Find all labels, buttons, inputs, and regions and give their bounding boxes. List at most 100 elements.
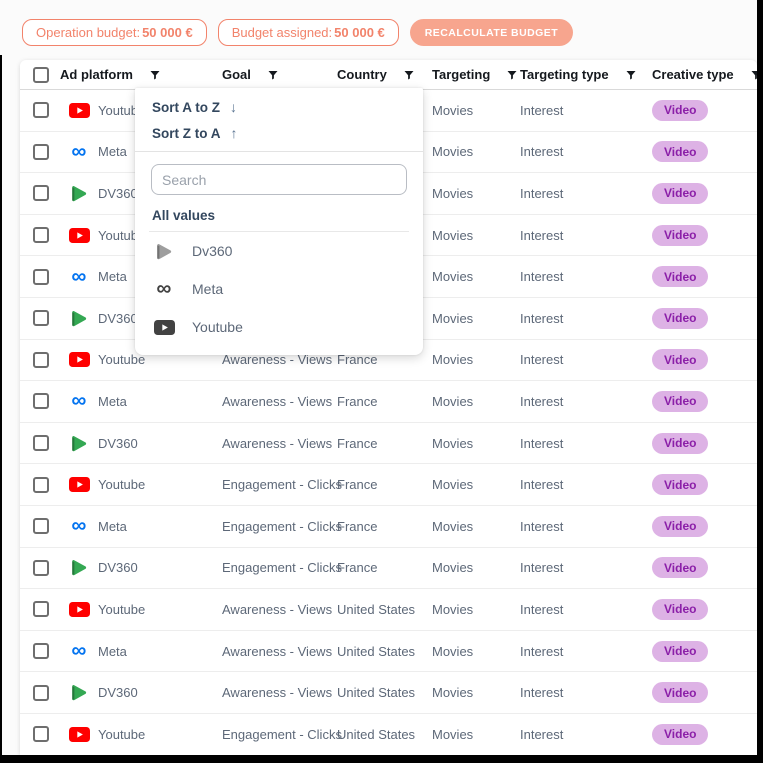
- filter-option-meta[interactable]: ∞ Meta: [135, 270, 423, 308]
- row-checkbox[interactable]: [33, 310, 49, 326]
- platform-label: Meta: [98, 519, 127, 534]
- creative-type-badge: Video: [652, 349, 708, 370]
- sort-z-to-a-label: Sort Z to A: [152, 126, 221, 141]
- filter-option-label: Youtube: [192, 319, 243, 335]
- creative-type-cell: Video: [652, 433, 757, 454]
- targeting-type-cell: Interest: [520, 644, 652, 659]
- table-row: DV360Awareness - ViewsUnited StatesMovie…: [20, 672, 757, 714]
- filter-icon[interactable]: [267, 69, 279, 81]
- ad-platform-cell: Youtube: [60, 602, 222, 617]
- goal-cell: Engagement - Clicks: [222, 477, 337, 492]
- select-all-checkbox[interactable]: [33, 67, 49, 83]
- column-label: Country: [337, 67, 387, 82]
- screen-edge: [757, 0, 763, 763]
- column-header-targeting: Targeting: [432, 67, 520, 82]
- targeting-type-cell: Interest: [520, 519, 652, 534]
- platform-label: DV360: [98, 560, 138, 575]
- targeting-type-cell: Interest: [520, 560, 652, 575]
- row-checkbox[interactable]: [33, 269, 49, 285]
- filter-icon[interactable]: [149, 69, 161, 81]
- row-checkbox[interactable]: [33, 560, 49, 576]
- row-checkbox[interactable]: [33, 352, 49, 368]
- dv360-icon: [152, 243, 176, 260]
- youtube-icon: [68, 477, 90, 492]
- row-checkbox[interactable]: [33, 393, 49, 409]
- table-row: ∞MetaAwareness - ViewsUnited StatesMovie…: [20, 631, 757, 673]
- targeting-type-cell: Interest: [520, 103, 652, 118]
- targeting-type-cell: Interest: [520, 394, 652, 409]
- meta-icon: ∞: [68, 394, 90, 408]
- youtube-icon: [68, 352, 90, 367]
- column-header-goal: Goal: [222, 67, 337, 82]
- platform-label: Meta: [98, 269, 127, 284]
- sort-a-to-z-option[interactable]: Sort A to Z ↓: [135, 94, 423, 120]
- row-checkbox-cell: [20, 393, 60, 409]
- table-row: ∞MetaAwareness - ViewsFranceMoviesIntere…: [20, 381, 757, 423]
- targeting-type-cell: Interest: [520, 228, 652, 243]
- row-checkbox[interactable]: [33, 102, 49, 118]
- filter-option-dv360[interactable]: Dv360: [135, 232, 423, 270]
- platform-label: DV360: [98, 311, 138, 326]
- platform-label: Youtube: [98, 602, 145, 617]
- creative-type-badge: Video: [652, 599, 708, 620]
- row-checkbox[interactable]: [33, 726, 49, 742]
- filter-option-label: Dv360: [192, 243, 232, 259]
- column-label: Ad platform: [60, 67, 133, 82]
- filter-option-label: Meta: [192, 281, 223, 297]
- filter-option-youtube[interactable]: Youtube: [135, 308, 423, 346]
- platform-label: DV360: [98, 186, 138, 201]
- column-label: Targeting: [432, 67, 490, 82]
- filter-icon[interactable]: [625, 69, 637, 81]
- row-checkbox[interactable]: [33, 227, 49, 243]
- country-cell: United States: [337, 727, 432, 742]
- creative-type-badge: Video: [652, 308, 708, 329]
- targeting-type-cell: Interest: [520, 436, 652, 451]
- filter-search-input[interactable]: [151, 164, 407, 195]
- row-checkbox-cell: [20, 269, 60, 285]
- country-cell: France: [337, 436, 432, 451]
- country-cell: United States: [337, 602, 432, 617]
- targeting-type-cell: Interest: [520, 685, 652, 700]
- goal-cell: Awareness - Views: [222, 394, 337, 409]
- table-header-row: Ad platformGoalCountryTargetingTargeting…: [20, 60, 757, 90]
- row-checkbox[interactable]: [33, 685, 49, 701]
- row-checkbox[interactable]: [33, 601, 49, 617]
- row-checkbox[interactable]: [33, 518, 49, 534]
- filter-icon[interactable]: [403, 69, 415, 81]
- row-checkbox[interactable]: [33, 477, 49, 493]
- creative-type-cell: Video: [652, 266, 757, 287]
- table-row: YoutubeEngagement - ClicksUnited StatesM…: [20, 714, 757, 756]
- dv360-icon: [68, 185, 90, 202]
- creative-type-badge: Video: [652, 100, 708, 121]
- targeting-type-cell: Interest: [520, 602, 652, 617]
- targeting-cell: Movies: [432, 352, 520, 367]
- arrow-down-icon: ↓: [230, 99, 237, 115]
- targeting-cell: Movies: [432, 269, 520, 284]
- targeting-type-cell: Interest: [520, 727, 652, 742]
- operation-budget-value: 50 000 €: [142, 25, 193, 40]
- row-checkbox[interactable]: [33, 185, 49, 201]
- filter-icon[interactable]: [506, 69, 518, 81]
- creative-type-cell: Video: [652, 391, 757, 412]
- youtube-icon: [152, 320, 176, 335]
- row-checkbox[interactable]: [33, 435, 49, 451]
- sort-z-to-a-option[interactable]: Sort Z to A ↑: [135, 120, 423, 146]
- column-label: Creative type: [652, 67, 734, 82]
- operation-budget-chip: Operation budget:50 000 €: [22, 19, 207, 46]
- row-checkbox-cell: [20, 102, 60, 118]
- targeting-type-cell: Interest: [520, 186, 652, 201]
- targeting-cell: Movies: [432, 727, 520, 742]
- country-cell: France: [337, 477, 432, 492]
- row-checkbox[interactable]: [33, 144, 49, 160]
- recalculate-budget-button[interactable]: RECALCULATE BUDGET: [410, 19, 573, 46]
- column-header-creative-type: Creative type: [652, 67, 762, 82]
- meta-icon: ∞: [152, 282, 176, 296]
- platform-label: Youtube: [98, 727, 145, 742]
- table-row: ∞MetaEngagement - ClicksFranceMoviesInte…: [20, 506, 757, 548]
- ad-platform-cell: Youtube: [60, 727, 222, 742]
- creative-type-cell: Video: [652, 308, 757, 329]
- targeting-cell: Movies: [432, 560, 520, 575]
- row-checkbox[interactable]: [33, 643, 49, 659]
- youtube-icon: [68, 602, 90, 617]
- platform-label: Meta: [98, 644, 127, 659]
